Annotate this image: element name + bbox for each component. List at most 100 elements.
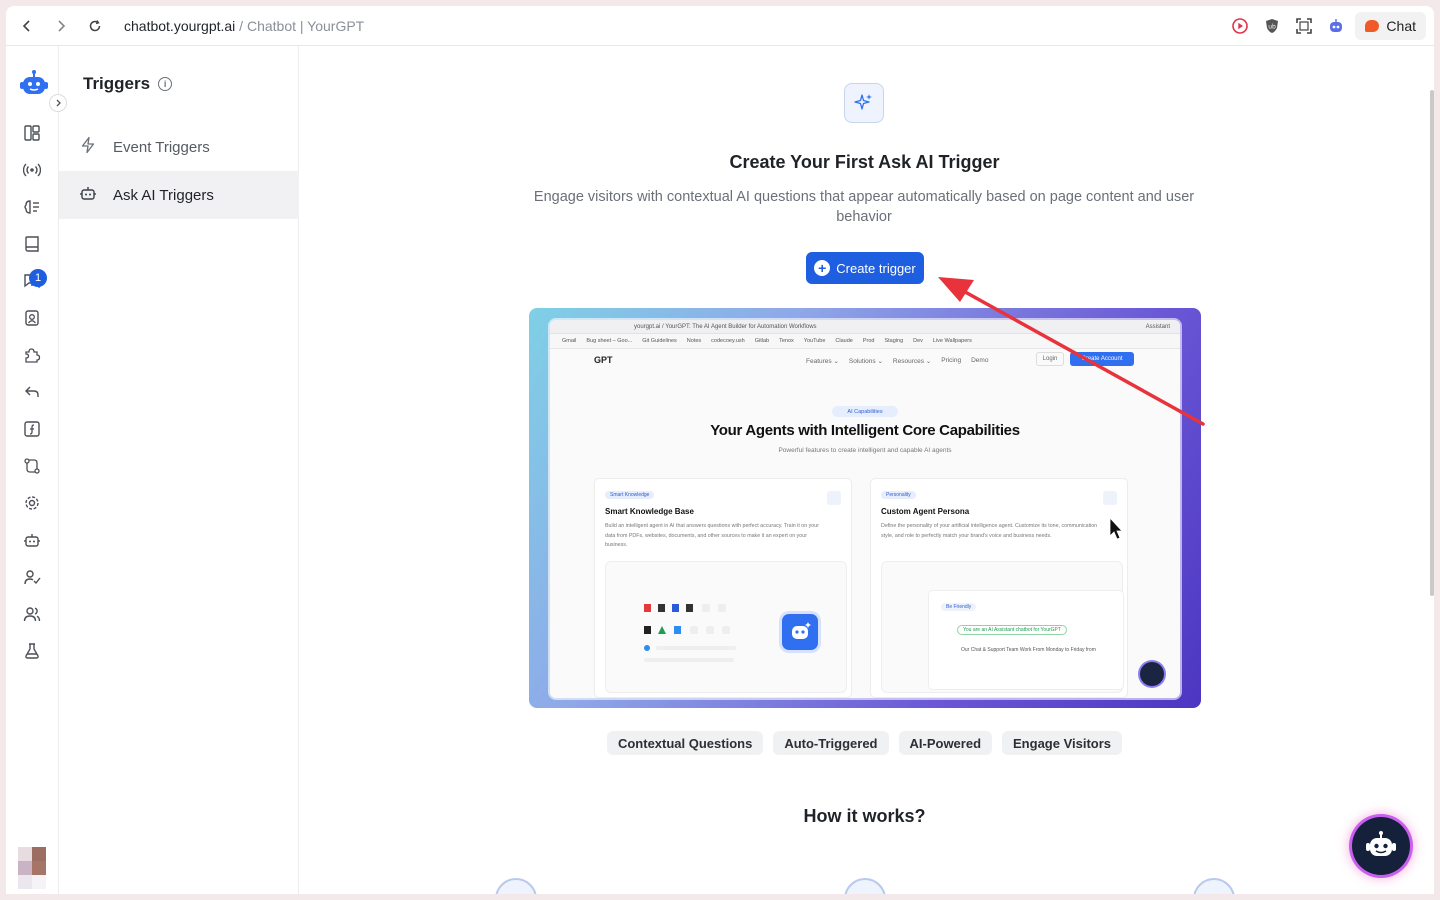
- chat-button[interactable]: Chat: [1355, 12, 1426, 40]
- file-sources-icon: [644, 604, 736, 662]
- team-users-icon[interactable]: [20, 602, 44, 626]
- bot-icon[interactable]: [20, 528, 44, 552]
- bookmark: Gitlab: [754, 338, 770, 344]
- bookmark: Git Guidelines: [642, 338, 677, 344]
- preview-persona-row: You are an AI Assistant chatbot for Your…: [957, 625, 1067, 635]
- settings-gear-icon[interactable]: [20, 491, 44, 515]
- preview-login-button: Login: [1036, 352, 1064, 366]
- preview-chat-widget-icon: [1140, 662, 1164, 686]
- bookmark: Claude: [835, 338, 853, 344]
- user-avatar[interactable]: [16, 847, 48, 889]
- preview-card-text: Build an intelligent agent in AI that an…: [605, 523, 819, 548]
- user-settings-icon: [1103, 491, 1117, 505]
- preview-nav-link: Features ⌄: [806, 358, 839, 365]
- preview-robot-icon: [782, 614, 818, 650]
- preview-card-title: Custom Agent Persona: [881, 507, 970, 516]
- chat-button-label: Chat: [1386, 18, 1416, 34]
- preview-site-nav: GPT Features ⌄ Solutions ⌄ Resources ⌄ P…: [550, 349, 1180, 373]
- preview-card-knowledge: Smart Knowledge Smart Knowledge Base Bui…: [594, 478, 852, 698]
- integrations-puzzle-icon[interactable]: [20, 343, 44, 367]
- preview-heading: Your Agents with Intelligent Core Capabi…: [710, 422, 1020, 439]
- step-number: 3: [1193, 878, 1235, 894]
- bookmark: Gmail: [562, 338, 577, 344]
- triggers-panel: Triggers i Event Triggers Ask AI Trigger…: [59, 46, 299, 894]
- plus-icon: +: [814, 260, 831, 276]
- document-icon: [827, 491, 841, 505]
- yourgpt-logo-icon[interactable]: [19, 68, 49, 98]
- bookmark: Tenox: [779, 338, 794, 344]
- reload-icon[interactable]: [78, 11, 112, 41]
- chatbot-icon: [1366, 831, 1396, 856]
- scrollbar[interactable]: [1430, 90, 1434, 596]
- chatbot-widget-button[interactable]: [1352, 817, 1410, 875]
- preview-pill: AI Capabilities: [832, 406, 898, 417]
- user-check-icon[interactable]: [20, 565, 44, 589]
- book-icon[interactable]: [20, 232, 44, 256]
- sparkle-icon: [844, 83, 884, 123]
- svg-text:ub: ub: [1269, 24, 1277, 31]
- reply-icon[interactable]: [20, 380, 44, 404]
- preview-card-tag: Smart Knowledge: [605, 491, 655, 499]
- preview-card-title: Smart Knowledge Base: [605, 507, 694, 516]
- empty-state-title: Create Your First Ask AI Trigger: [729, 152, 1000, 172]
- preview-persona-row: Our Chat & Support Team Work From Monday…: [961, 647, 1096, 653]
- address-bar[interactable]: chatbot.yourgpt.ai / Chatbot | YourGPT: [124, 18, 364, 34]
- preview-nav-link: Pricing: [941, 357, 962, 364]
- forward-icon[interactable]: [44, 11, 78, 41]
- preview-nav-link: Solutions ⌄: [848, 358, 883, 365]
- bookmark: YouTube: [803, 338, 826, 344]
- empty-state-description: Engage visitors with contextual AI quest…: [533, 189, 1195, 225]
- browser-window: chatbot.yourgpt.ai / Chatbot | YourGPT u…: [6, 6, 1434, 894]
- broadcast-icon[interactable]: [20, 158, 44, 182]
- page-title: Chatbot | YourGPT: [246, 17, 365, 34]
- preview-bookmarks-bar: Gmail Bug sheet – Goo... Git Guidelines …: [550, 334, 1180, 349]
- bookmark: Staging: [884, 338, 904, 344]
- bot-extension-icon[interactable]: [1323, 13, 1349, 39]
- feature-tags: Contextual Questions Auto-Triggered AI-P…: [299, 731, 1430, 755]
- shield-extension-icon[interactable]: ub: [1259, 13, 1285, 39]
- feature-tag: Auto-Triggered: [773, 731, 889, 755]
- create-trigger-label: Create trigger: [836, 260, 916, 276]
- dashboard-icon[interactable]: [20, 121, 44, 145]
- nav-item-label: Event Triggers: [113, 138, 210, 156]
- preview-nav-link: Demo: [971, 357, 989, 364]
- preview-card-text: Define the personality of your artificia…: [881, 523, 1098, 539]
- preview-persona-panel: Be Friendly You are an AI Assistant chat…: [928, 590, 1124, 690]
- workflows-icon[interactable]: [20, 454, 44, 478]
- bot-icon: [79, 184, 97, 206]
- url-separator: /: [235, 17, 247, 34]
- main-content: Create Your First Ask AI Trigger Engage …: [299, 46, 1434, 894]
- feature-tag: Engage Visitors: [1002, 731, 1123, 755]
- functions-icon[interactable]: [20, 417, 44, 441]
- bookmark: Notes: [686, 338, 702, 344]
- preview-sources-box: [605, 561, 847, 693]
- bookmark: Prod: [862, 338, 875, 344]
- panel-title: Triggers i: [83, 74, 173, 94]
- screenshot-icon[interactable]: [1291, 13, 1317, 39]
- preview-card-tag: Personality: [881, 491, 916, 499]
- preview-illustration: yourgpt.ai / YourGPT: The AI Agent Build…: [529, 308, 1201, 708]
- flask-icon[interactable]: [20, 639, 44, 663]
- bookmark: Bug sheet – Goo...: [586, 338, 633, 344]
- nav-item-label: Ask AI Triggers: [113, 186, 214, 204]
- info-icon[interactable]: i: [158, 77, 173, 91]
- bookmark: Live Wallpapers: [932, 338, 972, 344]
- step-number: 1: [495, 878, 537, 894]
- expand-sidebar-chevron-icon[interactable]: [49, 94, 67, 112]
- preview-persona-row: Be Friendly: [941, 603, 977, 611]
- nav-item-ask-ai-triggers[interactable]: Ask AI Triggers: [59, 171, 299, 219]
- preview-logo: GPT: [594, 355, 613, 365]
- record-icon[interactable]: [1227, 13, 1253, 39]
- url-domain: chatbot.yourgpt.ai: [124, 17, 236, 34]
- bookmark: Dev: [913, 338, 923, 344]
- brain-icon[interactable]: [20, 195, 44, 219]
- panel-title-text: Triggers: [83, 74, 151, 93]
- preview-subheading: Powerful features to create intelligent …: [778, 447, 952, 454]
- step-number: 2: [844, 878, 886, 894]
- feature-tag: Contextual Questions: [606, 731, 764, 755]
- nav-item-event-triggers[interactable]: Event Triggers: [59, 123, 299, 171]
- preview-tab-title: yourgpt.ai / YourGPT: The AI Agent Build…: [634, 323, 817, 330]
- create-trigger-button[interactable]: + Create trigger: [806, 252, 924, 284]
- contacts-icon[interactable]: [20, 306, 44, 330]
- back-icon[interactable]: [10, 11, 44, 41]
